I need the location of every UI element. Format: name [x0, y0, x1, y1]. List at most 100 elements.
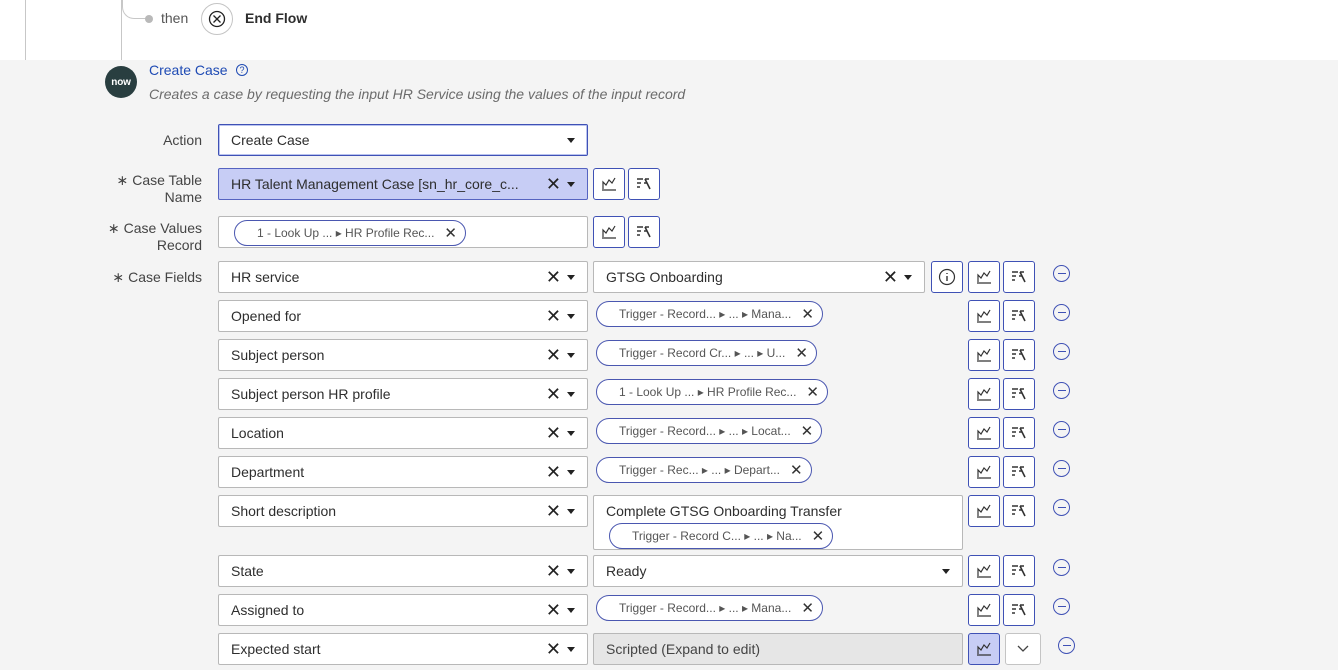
clear-icon[interactable]: ✕ [546, 463, 561, 481]
chevron-down-icon [567, 646, 575, 652]
flow-connector [122, 0, 146, 19]
action-title-link[interactable]: Create Case [149, 62, 228, 78]
clear-icon[interactable]: ✕ [546, 307, 561, 325]
data-pill[interactable]: Trigger - Record... ▸ ... ▸ Locat... ✕ [596, 418, 823, 444]
case-field-value-select[interactable]: GTSG Onboarding ✕ [593, 261, 925, 293]
chevron-down-icon [904, 274, 912, 280]
pill-remove-icon[interactable]: ✕ [444, 224, 457, 242]
case-field-name-select[interactable]: Expected start ✕ [218, 633, 588, 665]
pill-remove-icon[interactable]: ✕ [801, 305, 814, 323]
data-pill-picker-button[interactable] [968, 300, 1000, 332]
data-pill[interactable]: Trigger - Record C... ▸ ... ▸ Na... ✕ [609, 523, 834, 549]
case-field-name-select[interactable]: Opened for ✕ [218, 300, 588, 332]
help-icon[interactable]: ? [236, 64, 248, 76]
chevron-down-icon [567, 430, 575, 436]
remove-field-icon[interactable] [1053, 343, 1070, 360]
condition-builder-button[interactable] [1003, 300, 1035, 332]
data-pill[interactable]: 1 - Look Up ... ▸ HR Profile Rec... ✕ [234, 220, 466, 246]
action-select[interactable]: Create Case [218, 124, 588, 156]
flow-dot [145, 15, 153, 23]
clear-icon[interactable]: ✕ [546, 640, 561, 658]
condition-builder-button[interactable] [628, 216, 660, 248]
servicenow-logo: now [105, 66, 137, 98]
remove-field-icon[interactable] [1058, 637, 1075, 654]
flow-line [25, 0, 26, 60]
chevron-down-icon [567, 181, 575, 187]
data-pill[interactable]: Trigger - Rec... ▸ ... ▸ Depart... ✕ [596, 457, 812, 483]
data-pill-picker-button[interactable] [968, 339, 1000, 371]
data-pill[interactable]: 1 - Look Up ... ▸ HR Profile Rec... ✕ [596, 379, 828, 405]
pill-remove-icon[interactable]: ✕ [795, 344, 808, 362]
remove-field-icon[interactable] [1053, 304, 1070, 321]
remove-field-icon[interactable] [1053, 382, 1070, 399]
case-field-name-select[interactable]: Department ✕ [218, 456, 588, 488]
condition-builder-button[interactable] [628, 168, 660, 200]
clear-icon[interactable]: ✕ [546, 346, 561, 364]
data-pill-picker-button[interactable] [593, 168, 625, 200]
case-table-name-select[interactable]: HR Talent Management Case [sn_hr_core_c.… [218, 168, 588, 200]
condition-builder-button[interactable] [1003, 339, 1035, 371]
data-pill[interactable]: Trigger - Record Cr... ▸ ... ▸ U... ✕ [596, 340, 817, 366]
remove-field-icon[interactable] [1053, 499, 1070, 516]
case-field-name-select[interactable]: Assigned to ✕ [218, 594, 588, 626]
data-pill-picker-button[interactable] [968, 594, 1000, 626]
data-pill-picker-button[interactable] [968, 555, 1000, 587]
chevron-down-icon [567, 391, 575, 397]
condition-builder-button[interactable] [1003, 555, 1035, 587]
case-field-name-select[interactable]: Short description ✕ [218, 495, 588, 527]
pill-remove-icon[interactable]: ✕ [801, 422, 814, 440]
condition-builder-button[interactable] [1003, 261, 1035, 293]
data-pill-picker-button[interactable] [968, 378, 1000, 410]
remove-field-icon[interactable] [1053, 421, 1070, 438]
data-pill-picker-button[interactable] [968, 495, 1000, 527]
pill-remove-icon[interactable]: ✕ [801, 599, 814, 617]
clear-icon[interactable]: ✕ [546, 601, 561, 619]
condition-builder-button[interactable] [1003, 594, 1035, 626]
case-field-name-select[interactable]: Subject person HR profile ✕ [218, 378, 588, 410]
data-pill-picker-button[interactable] [968, 261, 1000, 293]
clear-icon[interactable]: ✕ [883, 268, 898, 286]
condition-builder-button[interactable] [1003, 417, 1035, 449]
case-fields-label: ∗ Case Fields [112, 269, 202, 285]
clear-icon[interactable]: ✕ [546, 385, 561, 403]
data-pill-picker-button[interactable] [968, 456, 1000, 488]
state-value-select[interactable]: Ready [593, 555, 963, 587]
short-description-text: Complete GTSG Onboarding Transfer [606, 503, 842, 519]
chevron-down-icon [567, 469, 575, 475]
condition-builder-button[interactable] [1003, 495, 1035, 527]
then-label: then [161, 10, 189, 26]
pill-remove-icon[interactable]: ✕ [812, 527, 825, 545]
clear-icon[interactable]: ✕ [546, 562, 561, 580]
end-flow-icon[interactable] [201, 3, 233, 35]
condition-builder-button[interactable] [1003, 378, 1035, 410]
case-field-name-select[interactable]: Subject person ✕ [218, 339, 588, 371]
chevron-down-icon [567, 568, 575, 574]
case-field-name-select[interactable]: State ✕ [218, 555, 588, 587]
action-subtitle: Creates a case by requesting the input H… [149, 86, 686, 102]
action-label: Action [163, 132, 202, 148]
case-field-name-select[interactable]: HR service ✕ [218, 261, 588, 293]
chevron-down-icon [567, 352, 575, 358]
script-toggle-button[interactable] [968, 633, 1000, 665]
remove-field-icon[interactable] [1053, 265, 1070, 282]
pill-remove-icon[interactable]: ✕ [806, 383, 819, 401]
clear-icon[interactable]: ✕ [546, 175, 561, 193]
condition-builder-button[interactable] [1003, 456, 1035, 488]
clear-icon[interactable]: ✕ [546, 502, 561, 520]
expand-button[interactable] [1005, 633, 1041, 665]
data-pill[interactable]: Trigger - Record... ▸ ... ▸ Mana... ✕ [596, 595, 823, 621]
previous-step-area: then End Flow [0, 0, 1338, 60]
clear-icon[interactable]: ✕ [546, 424, 561, 442]
chevron-down-icon [942, 568, 950, 574]
remove-field-icon[interactable] [1053, 460, 1070, 477]
clear-icon[interactable]: ✕ [546, 268, 561, 286]
case-field-name-select[interactable]: Location ✕ [218, 417, 588, 449]
chevron-down-icon [567, 508, 575, 514]
data-pill[interactable]: Trigger - Record... ▸ ... ▸ Mana... ✕ [596, 301, 823, 327]
data-pill-picker-button[interactable] [968, 417, 1000, 449]
remove-field-icon[interactable] [1053, 559, 1070, 576]
remove-field-icon[interactable] [1053, 598, 1070, 615]
data-pill-picker-button[interactable] [593, 216, 625, 248]
info-button[interactable] [931, 261, 963, 293]
pill-remove-icon[interactable]: ✕ [790, 461, 803, 479]
